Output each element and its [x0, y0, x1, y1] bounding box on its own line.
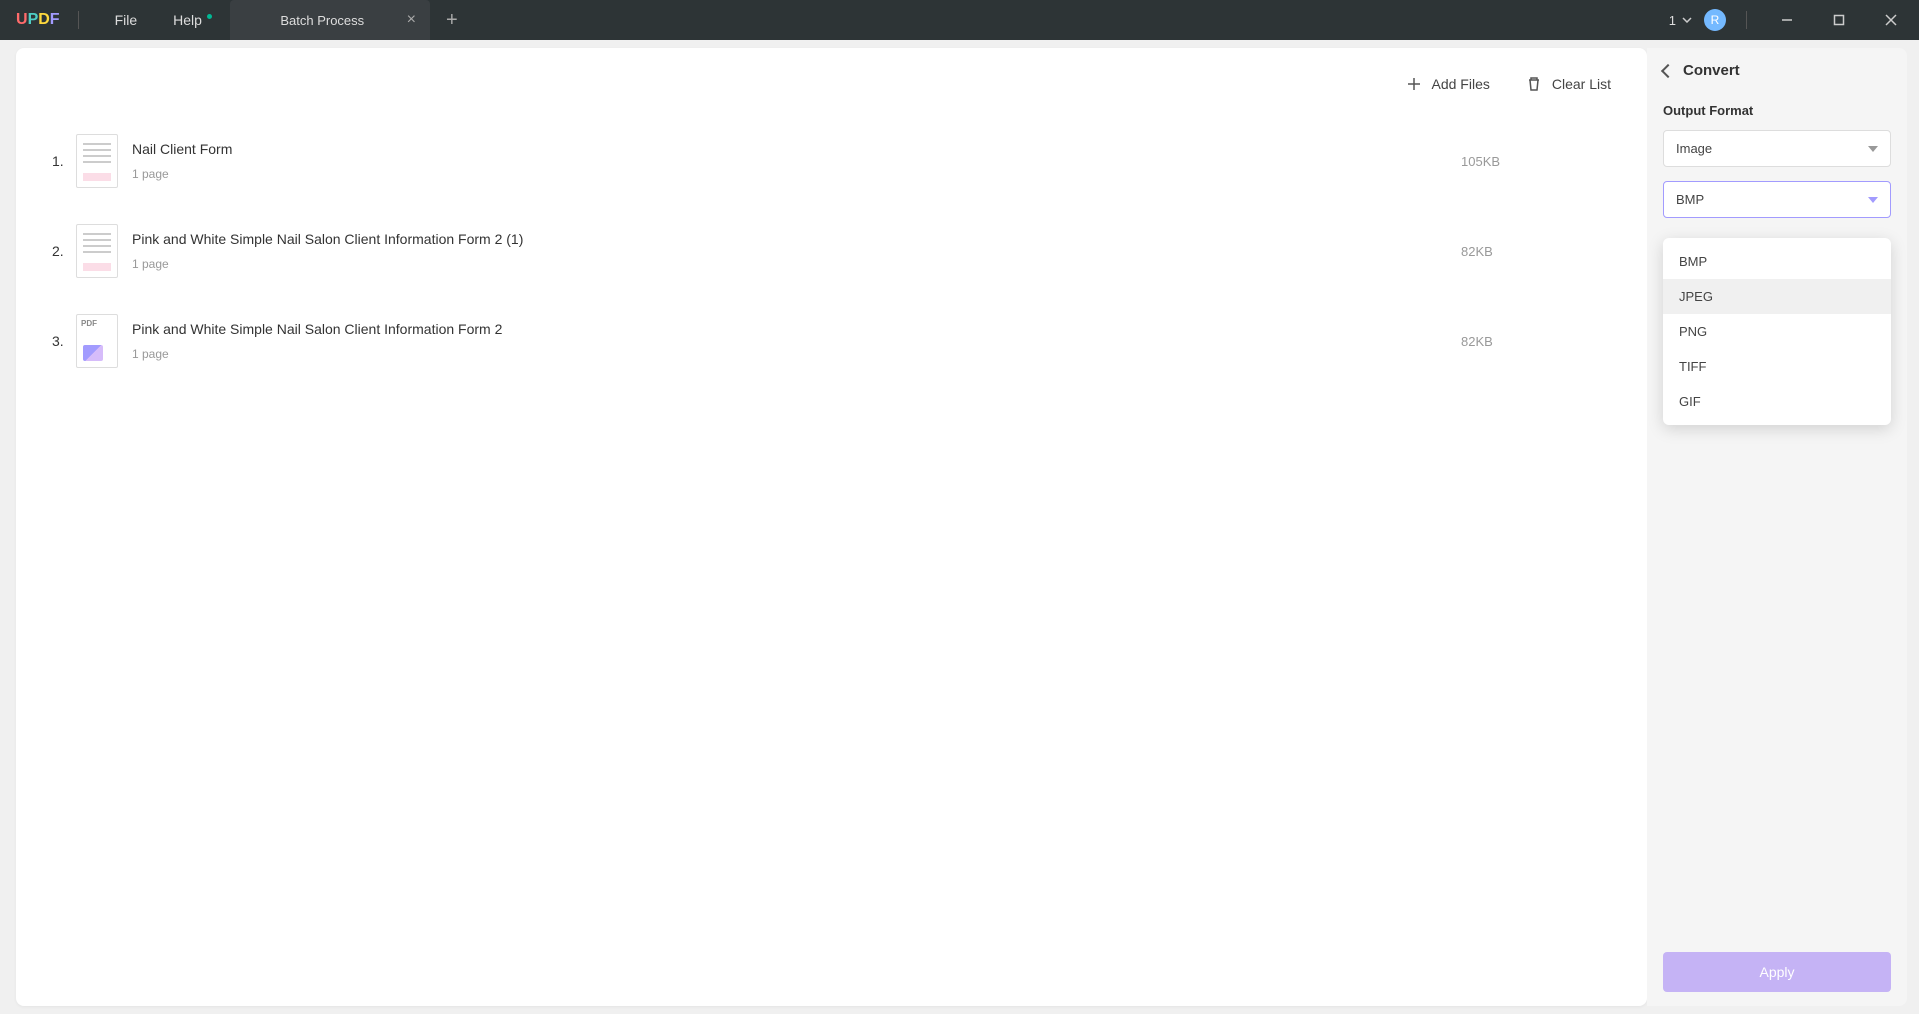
file-row[interactable]: 1. Nail Client Form 1 page 105KB: [52, 116, 1611, 206]
dropdown-option[interactable]: JPEG: [1663, 279, 1891, 314]
subformat-dropdown: BMPJPEGPNGTIFFGIF: [1663, 238, 1891, 425]
menu-help[interactable]: Help: [155, 12, 220, 28]
convert-panel: Convert Output Format Image BMP BMPJPEGP…: [1647, 48, 1907, 1006]
panel-title: Convert: [1683, 62, 1740, 79]
file-pages: 1 page: [132, 257, 1461, 271]
close-tab-icon[interactable]: ×: [407, 11, 416, 29]
dropdown-caret-icon: [1868, 146, 1878, 152]
notification-dot-icon: [207, 14, 212, 19]
separator: [78, 11, 79, 29]
file-name: Pink and White Simple Nail Salon Client …: [132, 231, 1461, 247]
file-row[interactable]: 2. Pink and White Simple Nail Salon Clie…: [52, 206, 1611, 296]
file-name: Pink and White Simple Nail Salon Client …: [132, 321, 1461, 337]
file-thumbnail: [76, 224, 118, 278]
file-index: 2.: [52, 243, 76, 259]
dropdown-option[interactable]: TIFF: [1663, 349, 1891, 384]
titlebar: UPDF File Help Batch Process × + 1 R: [0, 0, 1919, 40]
back-button[interactable]: [1661, 63, 1675, 77]
window-count[interactable]: 1: [1669, 13, 1692, 28]
separator: [1746, 11, 1747, 29]
clear-list-button[interactable]: Clear List: [1526, 76, 1611, 92]
plus-icon: [1406, 76, 1422, 92]
file-index: 3.: [52, 333, 76, 349]
dropdown-option[interactable]: PNG: [1663, 314, 1891, 349]
format-select[interactable]: Image: [1663, 130, 1891, 167]
tab-batch-process[interactable]: Batch Process ×: [230, 0, 430, 40]
output-format-label: Output Format: [1663, 103, 1891, 118]
file-pages: 1 page: [132, 167, 1461, 181]
add-files-button[interactable]: Add Files: [1406, 76, 1490, 92]
file-thumbnail: PDF: [76, 314, 118, 368]
close-window-button[interactable]: [1871, 0, 1911, 40]
dropdown-option[interactable]: GIF: [1663, 384, 1891, 419]
file-size: 82KB: [1461, 244, 1611, 259]
trash-icon: [1526, 76, 1542, 92]
file-row[interactable]: 3. PDF Pink and White Simple Nail Salon …: [52, 296, 1611, 386]
dropdown-caret-icon: [1868, 197, 1878, 203]
app-logo: UPDF: [16, 11, 60, 29]
avatar[interactable]: R: [1704, 9, 1726, 31]
file-thumbnail: [76, 134, 118, 188]
maximize-button[interactable]: [1819, 0, 1859, 40]
menu-file[interactable]: File: [97, 12, 156, 28]
chevron-down-icon: [1682, 17, 1692, 23]
file-index: 1.: [52, 153, 76, 169]
minimize-button[interactable]: [1767, 0, 1807, 40]
dropdown-option[interactable]: BMP: [1663, 244, 1891, 279]
file-size: 82KB: [1461, 334, 1611, 349]
file-name: Nail Client Form: [132, 141, 1461, 157]
new-tab-button[interactable]: +: [446, 9, 458, 32]
apply-button[interactable]: Apply: [1663, 952, 1891, 992]
tab-title: Batch Process: [258, 13, 387, 28]
pdf-badge: PDF: [81, 319, 97, 328]
file-size: 105KB: [1461, 154, 1611, 169]
file-list-panel: Add Files Clear List 1. Nail Client Form…: [16, 48, 1647, 1006]
file-pages: 1 page: [132, 347, 1461, 361]
subformat-select[interactable]: BMP: [1663, 181, 1891, 218]
